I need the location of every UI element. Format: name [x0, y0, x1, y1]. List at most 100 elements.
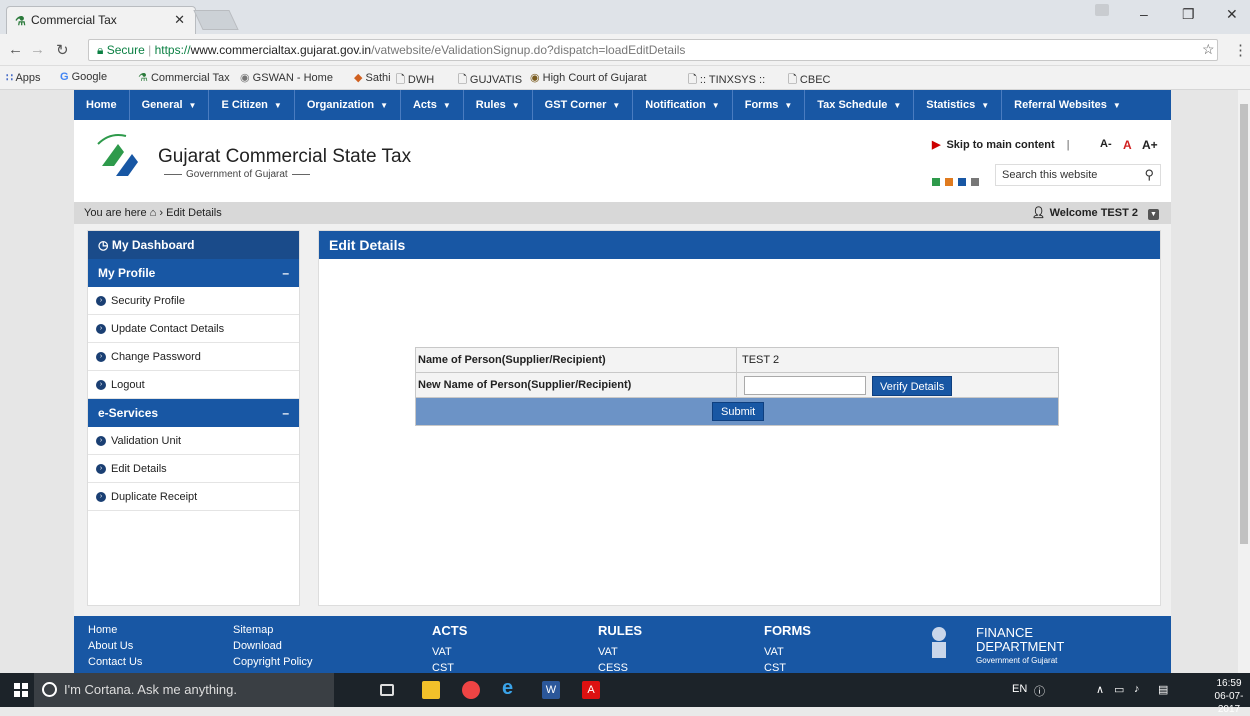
nav-organization[interactable]: Organization ▼ — [295, 90, 401, 120]
footer-link-sitemap[interactable]: Sitemap — [233, 624, 273, 636]
caret-down-icon: ▼ — [273, 101, 282, 110]
task-view-icon[interactable] — [380, 684, 394, 696]
nav-tax-schedule[interactable]: Tax Schedule ▼ — [805, 90, 915, 120]
close-tab-icon[interactable]: ✕ — [174, 12, 185, 28]
menu-icon[interactable]: ⋮ — [1233, 41, 1248, 59]
footer-link-copyright[interactable]: Copyright Policy — [233, 656, 312, 668]
nav-rules[interactable]: Rules ▼ — [464, 90, 533, 120]
nav-notification[interactable]: Notification ▼ — [633, 90, 733, 120]
search-icon[interactable]: ⚲ — [1144, 167, 1154, 183]
commercial-tax-logo-icon[interactable] — [88, 130, 146, 188]
bookmark-star-icon[interactable]: ☆ — [1202, 41, 1215, 58]
sidebar-item-edit-details[interactable]: › Edit Details — [88, 455, 299, 483]
collapse-icon[interactable]: – — [282, 259, 289, 287]
notification-icon[interactable]: ▤ — [1158, 683, 1168, 696]
nav-acts[interactable]: Acts ▼ — [401, 90, 464, 120]
scrollbar-thumb[interactable] — [1240, 104, 1248, 544]
site-search-input[interactable]: Search this website ⚲ — [995, 164, 1161, 186]
network-icon[interactable]: ▭ — [1114, 683, 1124, 696]
chrome-icon[interactable] — [462, 681, 480, 699]
bookmark-google[interactable]: G Google — [60, 71, 107, 83]
sidebar-item-duplicate-receipt[interactable]: › Duplicate Receipt — [88, 483, 299, 511]
back-icon[interactable]: ← — [8, 41, 23, 58]
sidebar-dashboard[interactable]: ◷ My Dashboard — [88, 231, 299, 259]
new-tab-button[interactable] — [193, 10, 239, 30]
font-increase-button[interactable]: A+ — [1142, 138, 1158, 152]
system-clock[interactable]: 16:59 06-07-2017 — [1208, 677, 1250, 716]
close-window-icon[interactable]: ✕ — [1226, 6, 1238, 23]
footer-acts-heading: ACTS — [432, 623, 468, 638]
chevron-down-icon[interactable]: ▼ — [1148, 209, 1159, 220]
footer-link-contact-us[interactable]: Contact Us — [88, 656, 142, 668]
play-circle-icon: ▶ — [932, 139, 941, 151]
browser-tab[interactable]: ⚗ Commercial Tax ✕ — [6, 6, 196, 34]
minimize-icon[interactable]: – — [1140, 6, 1148, 22]
verify-details-button[interactable]: Verify Details — [872, 376, 953, 396]
internet-explorer-icon[interactable]: e — [502, 677, 520, 699]
bookmark-cbec[interactable]: 🗋︎ CBEC — [788, 71, 830, 90]
caret-down-icon: ▼ — [981, 101, 990, 110]
nav-forms[interactable]: Forms ▼ — [733, 90, 806, 120]
nav-statistics[interactable]: Statistics ▼ — [914, 90, 1003, 120]
theme-orange-swatch[interactable] — [945, 178, 953, 186]
bookmark-gswan[interactable]: ◉ GSWAN - Home — [240, 71, 333, 84]
user-welcome[interactable]: 👤︎ Welcome TEST 2 ▼ — [1032, 206, 1159, 220]
sidebar-item-change-password[interactable]: › Change Password — [88, 343, 299, 371]
font-decrease-button[interactable]: A- — [1100, 138, 1112, 150]
nav-e-citizen[interactable]: E Citizen ▼ — [209, 90, 295, 120]
apps-grid-icon: ∷ — [6, 72, 13, 84]
new-name-input[interactable] — [744, 376, 866, 395]
reload-icon[interactable]: ↻ — [56, 41, 69, 59]
help-icon[interactable]: ⓘ — [1034, 683, 1045, 699]
forward-icon[interactable]: → — [30, 41, 45, 58]
footer-acts-cst[interactable]: CST — [432, 662, 454, 673]
sidebar-item-update-contact[interactable]: › Update Contact Details — [88, 315, 299, 343]
volume-icon[interactable]: ♪ — [1134, 683, 1140, 695]
bookmark-tinxsys[interactable]: 🗋︎ :: TINXSYS :: — [688, 71, 765, 90]
url-field[interactable]: 🔒︎ Secure | https://www.commercialtax.gu… — [88, 39, 1218, 61]
sidebar-item-validation-unit[interactable]: › Validation Unit — [88, 427, 299, 455]
bookmark-high-court[interactable]: ◉ High Court of Gujarat — [530, 71, 647, 84]
sidebar-item-logout[interactable]: › Logout — [88, 371, 299, 399]
footer-forms-cst[interactable]: CST — [764, 662, 786, 673]
collapse-icon[interactable]: – — [282, 399, 289, 427]
word-icon[interactable]: W — [542, 681, 560, 699]
footer-link-download[interactable]: Download — [233, 640, 282, 652]
sidebar-section-e-services[interactable]: e-Services – — [88, 399, 299, 427]
footer-rules-vat[interactable]: VAT — [598, 646, 618, 658]
bookmark-commercial-tax[interactable]: ⚗ Commercial Tax — [138, 71, 230, 84]
page-icon: 🗋︎ — [458, 74, 467, 86]
nav-gst-corner[interactable]: GST Corner ▼ — [533, 90, 634, 120]
windows-start-icon[interactable] — [14, 683, 28, 700]
nav-general[interactable]: General ▼ — [130, 90, 210, 120]
nav-home[interactable]: Home — [74, 90, 130, 120]
profile-icon[interactable] — [1095, 4, 1109, 16]
footer-acts-vat[interactable]: VAT — [432, 646, 452, 658]
footer-forms-vat[interactable]: VAT — [764, 646, 784, 658]
breadcrumb-trail: You are here ⌂ › Edit Details — [84, 207, 222, 219]
sidebar-section-my-profile[interactable]: My Profile – — [88, 259, 299, 287]
theme-green-swatch[interactable] — [932, 178, 940, 186]
restore-icon[interactable]: ❐ — [1182, 6, 1195, 23]
submit-button[interactable]: Submit — [712, 402, 765, 421]
file-explorer-icon[interactable] — [422, 681, 440, 699]
skip-to-main-link[interactable]: ▶ Skip to main content | — [932, 138, 1070, 151]
footer-link-home[interactable]: Home — [88, 624, 117, 636]
font-normal-button[interactable]: A — [1123, 138, 1132, 152]
nav-referral-websites[interactable]: Referral Websites ▼ — [1002, 90, 1171, 120]
acrobat-icon[interactable]: A — [582, 681, 600, 699]
footer-link-about-us[interactable]: About Us — [88, 640, 133, 652]
tray-chevron-up-icon[interactable]: ∧ — [1096, 683, 1104, 696]
footer-rules-cess[interactable]: CESS — [598, 662, 628, 673]
home-icon[interactable]: ⌂ — [150, 207, 157, 219]
language-indicator[interactable]: EN — [1012, 683, 1027, 695]
page-scrollbar[interactable] — [1238, 90, 1250, 673]
bookmark-sathi[interactable]: ◆ Sathi — [354, 71, 391, 84]
bookmark-dwh[interactable]: 🗋︎ DWH — [396, 71, 434, 90]
theme-gray-swatch[interactable] — [971, 178, 979, 186]
bookmark-apps[interactable]: ∷ Apps — [6, 71, 41, 84]
theme-blue-swatch[interactable] — [958, 178, 966, 186]
sidebar-item-security-profile[interactable]: › Security Profile — [88, 287, 299, 315]
bookmark-gujvatis[interactable]: 🗋︎ GUJVATIS — [458, 71, 522, 90]
cortana-search-box[interactable]: I'm Cortana. Ask me anything. — [34, 673, 334, 707]
